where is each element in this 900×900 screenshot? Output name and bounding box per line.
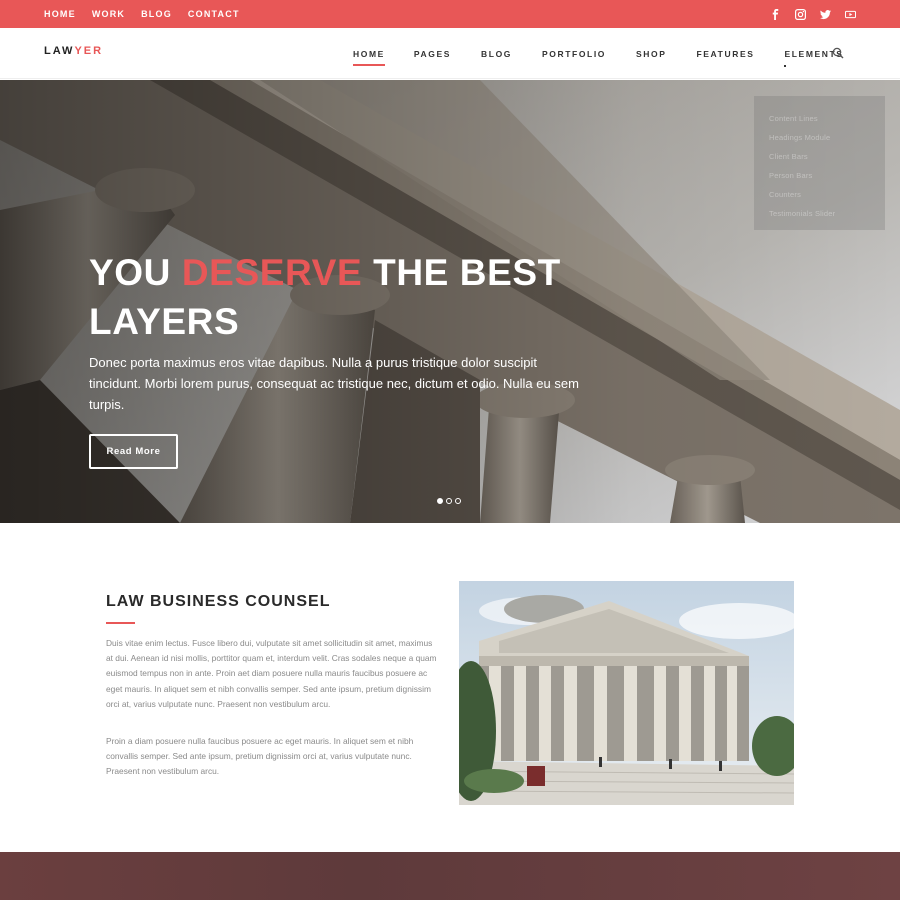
top-bar: HOME WORK BLOG CONTACT [0, 0, 900, 28]
dropdown-item[interactable]: Content Lines [769, 109, 885, 128]
section-title: LAW BUSINESS COUNSEL [106, 593, 331, 610]
logo[interactable]: LAWYER [44, 45, 103, 57]
elements-dropdown-menu: Content Lines Headings Module Client Bar… [754, 96, 885, 230]
dropdown-item[interactable]: Person Bars [769, 166, 885, 185]
section-paragraph-2: Proin a diam posuere nulla faucibus posu… [106, 736, 414, 777]
nav-shop[interactable]: SHOP [636, 49, 667, 59]
hero-slider: Content Lines Headings Module Client Bar… [0, 80, 900, 523]
nav-features[interactable]: FEATURES [697, 49, 755, 59]
hero-title-part1: YOU [89, 252, 182, 293]
dropdown-item[interactable]: Testimonials Slider [769, 204, 885, 223]
search-icon[interactable] [832, 47, 844, 59]
top-nav-blog[interactable]: BLOG [141, 9, 172, 19]
slider-dots [437, 498, 461, 504]
nav-elements-indicator [784, 64, 787, 67]
dropdown-item[interactable]: Counters [769, 185, 885, 204]
nav-home[interactable]: HOME [353, 49, 385, 66]
nav-pages[interactable]: PAGES [414, 49, 451, 59]
youtube-icon[interactable] [844, 8, 856, 20]
hero-text: Donec porta maximus eros vitae dapibus. … [89, 355, 579, 412]
hero-title-accent: DESERVE [181, 252, 363, 293]
read-more-button[interactable]: Read More [89, 434, 178, 469]
social-links [769, 0, 856, 28]
nav-blog[interactable]: BLOG [481, 49, 512, 59]
main-nav: HOME PAGES BLOG PORTFOLIO SHOP FEATURES … [353, 28, 844, 79]
hero-title: YOU DESERVE THE BEST LAYERS [89, 248, 649, 346]
slider-dot-2[interactable] [446, 498, 452, 504]
top-nav-work[interactable]: WORK [92, 9, 125, 19]
facebook-icon[interactable] [769, 8, 781, 20]
section-title-underline [106, 622, 135, 624]
slider-dot-1[interactable] [437, 498, 443, 504]
footer-band-image [0, 852, 900, 900]
slider-dot-3[interactable] [455, 498, 461, 504]
top-nav-home[interactable]: HOME [44, 9, 76, 19]
top-nav-contact[interactable]: CONTACT [188, 9, 240, 19]
top-nav: HOME WORK BLOG CONTACT [44, 0, 256, 28]
dropdown-item[interactable]: Headings Module [769, 128, 885, 147]
instagram-icon[interactable] [794, 8, 806, 20]
nav-portfolio[interactable]: PORTFOLIO [542, 49, 606, 59]
section-paragraph-1: Duis vitae enim lectus. Fusce libero dui… [106, 638, 437, 709]
logo-text: LAW [44, 45, 75, 57]
dropdown-item[interactable]: Client Bars [769, 147, 885, 166]
logo-accent-text: YER [74, 45, 104, 57]
site-header: LAWYER HOME PAGES BLOG PORTFOLIO SHOP FE… [0, 28, 900, 79]
twitter-icon[interactable] [819, 8, 831, 20]
memorial-photo [459, 581, 794, 805]
